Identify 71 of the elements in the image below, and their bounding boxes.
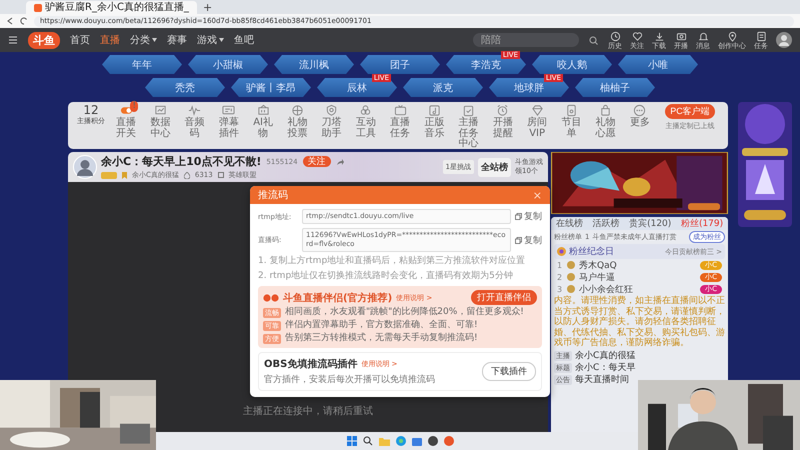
user-name: 秀木QaQ [579, 260, 617, 272]
tool-item[interactable]: 节目单 [555, 104, 588, 139]
safety-notice: 内容。请理性消费，如主播在直播间以不正当方式诱导打赏、私下交易，请谨慎判断，以防人身财产损失。请勿轻信各类招聘征婚、代练代抽、私下交易、购买礼包码、游戏币等广告信息，谨防网络诈骗。 [553, 295, 726, 350]
tool-item[interactable]: 刀塔助手 [316, 104, 348, 139]
nav-link[interactable]: 游戏 [197, 33, 224, 47]
streamer-tab[interactable]: 小甜椒 [188, 55, 268, 74]
score-value: 12 [83, 104, 99, 117]
chat-tab[interactable]: 在线榜 [556, 217, 583, 230]
rank-button[interactable]: 全站榜 [478, 158, 511, 176]
tool-item[interactable]: 弹幕插件 [212, 104, 245, 139]
tool-item[interactable]: 礼物心愿 [590, 104, 622, 139]
tool-item[interactable]: 主播任务中心 [452, 104, 485, 150]
tool-item[interactable]: 互动工具 [350, 104, 382, 139]
streamer-tab[interactable]: 流川枫 [274, 55, 354, 74]
follow-button[interactable]: 关注 [302, 156, 331, 167]
site-logo[interactable]: 斗鱼 [28, 32, 60, 48]
tool-item[interactable]: 音频码 [178, 104, 211, 139]
chat-tab[interactable]: 粉丝(179) [680, 217, 724, 230]
dialog-title: 推流码 [258, 188, 289, 202]
tool-item[interactable]: 直播任务 [384, 104, 416, 139]
contribution-title: 粉丝纪念日 [569, 246, 614, 258]
copy-button[interactable]: 复制 [515, 234, 542, 246]
download-plugin-button[interactable]: 下载插件 [482, 362, 536, 381]
nav-link[interactable]: 分类 [130, 33, 157, 47]
tool-item[interactable]: 更多 [624, 104, 656, 128]
room-title: 余小C：每天早上10点不见不散! [101, 154, 262, 169]
tool-item[interactable]: 礼物投票 [281, 104, 314, 139]
browser-tab[interactable]: 驴酱豆腐R_余小C真的很猛直播_ [26, 1, 197, 14]
tool-item[interactable]: 房间VIP [521, 104, 554, 139]
feature-text: 相同画质，水友观看"跳帧"的比例降低20%，留住更多观众! [285, 307, 524, 318]
user-name: 马户牛逼 [579, 272, 615, 284]
feature-text: 告别第三方转推模式，无需每天手动复制推流码! [285, 333, 478, 344]
streamer-tab[interactable]: 年年 [102, 55, 182, 74]
alert-badge: ! [130, 101, 138, 112]
close-button[interactable]: × [532, 188, 542, 202]
tool-item[interactable]: 开播提醒 [486, 104, 519, 139]
plugin-title: OBS免填推流码插件 [264, 357, 358, 371]
nav-link[interactable]: 赛事 [167, 33, 187, 47]
streamer-tab[interactable]: 小唯 [618, 55, 698, 74]
chat-tab[interactable]: 贵宾(120) [629, 217, 672, 230]
search-field[interactable]: 陪陪 [473, 33, 579, 47]
plugin-description: 官方插件，安装后每次开播可以免填推流码 [264, 374, 436, 386]
nav-link[interactable]: 首页 [70, 33, 90, 47]
streamer-tab[interactable]: 柚柚子 [575, 78, 655, 97]
streamer-tab[interactable]: 咬人鹅 [532, 55, 612, 74]
nav-link[interactable]: 鱼吧 [234, 33, 254, 47]
streamer-tab[interactable]: 团子 [360, 55, 440, 74]
rank-number: 2 [557, 272, 563, 282]
chat-tab[interactable]: 活跃榜 [592, 217, 620, 230]
instruction-text: 1. 复制上方rtmp地址和直播码后，粘贴到第三方推流软件对应位置 [258, 256, 526, 267]
nav-link[interactable]: 直播 [100, 33, 120, 47]
rank-number: 1 [557, 260, 563, 270]
companion-title: 斗鱼直播伴侣(官方推荐) [283, 291, 392, 304]
video-status: 主播正在连接中，请稍后重试 [243, 404, 373, 418]
tool-item[interactable]: 正版音乐 [418, 104, 450, 139]
user-name: 小小余会红狂 [579, 284, 633, 296]
streamer-tab[interactable]: 驴酱丨李昂 [231, 78, 311, 97]
chat-message: 余小C：每天早 [575, 362, 636, 374]
copy-button[interactable]: 复制 [515, 210, 542, 223]
rank-number: 3 [557, 284, 563, 294]
new-tab-button[interactable]: + [202, 2, 212, 14]
pc-client-button[interactable]: PC客户端 [665, 104, 715, 119]
streamer-tab[interactable]: 秃秃 [145, 78, 225, 97]
open-companion-button[interactable]: 打开直播伴侣 [471, 290, 537, 305]
feature-text: 伴侣内置弹幕助手，官方数据准确、全面、可靠! [285, 320, 478, 331]
instruction-text: 2. rtmp地址仅在切换推流线路时会变化，直播码有效期为5分钟 [258, 271, 514, 282]
tool-item[interactable]: AI礼物 [247, 104, 280, 139]
streamer-tab[interactable]: 派克 [403, 78, 483, 97]
tool-item[interactable]: 数据中心 [144, 104, 176, 139]
chat-message: 余小C真的很猛 [575, 350, 636, 362]
chat-message: 每天直播时间 [575, 374, 629, 386]
